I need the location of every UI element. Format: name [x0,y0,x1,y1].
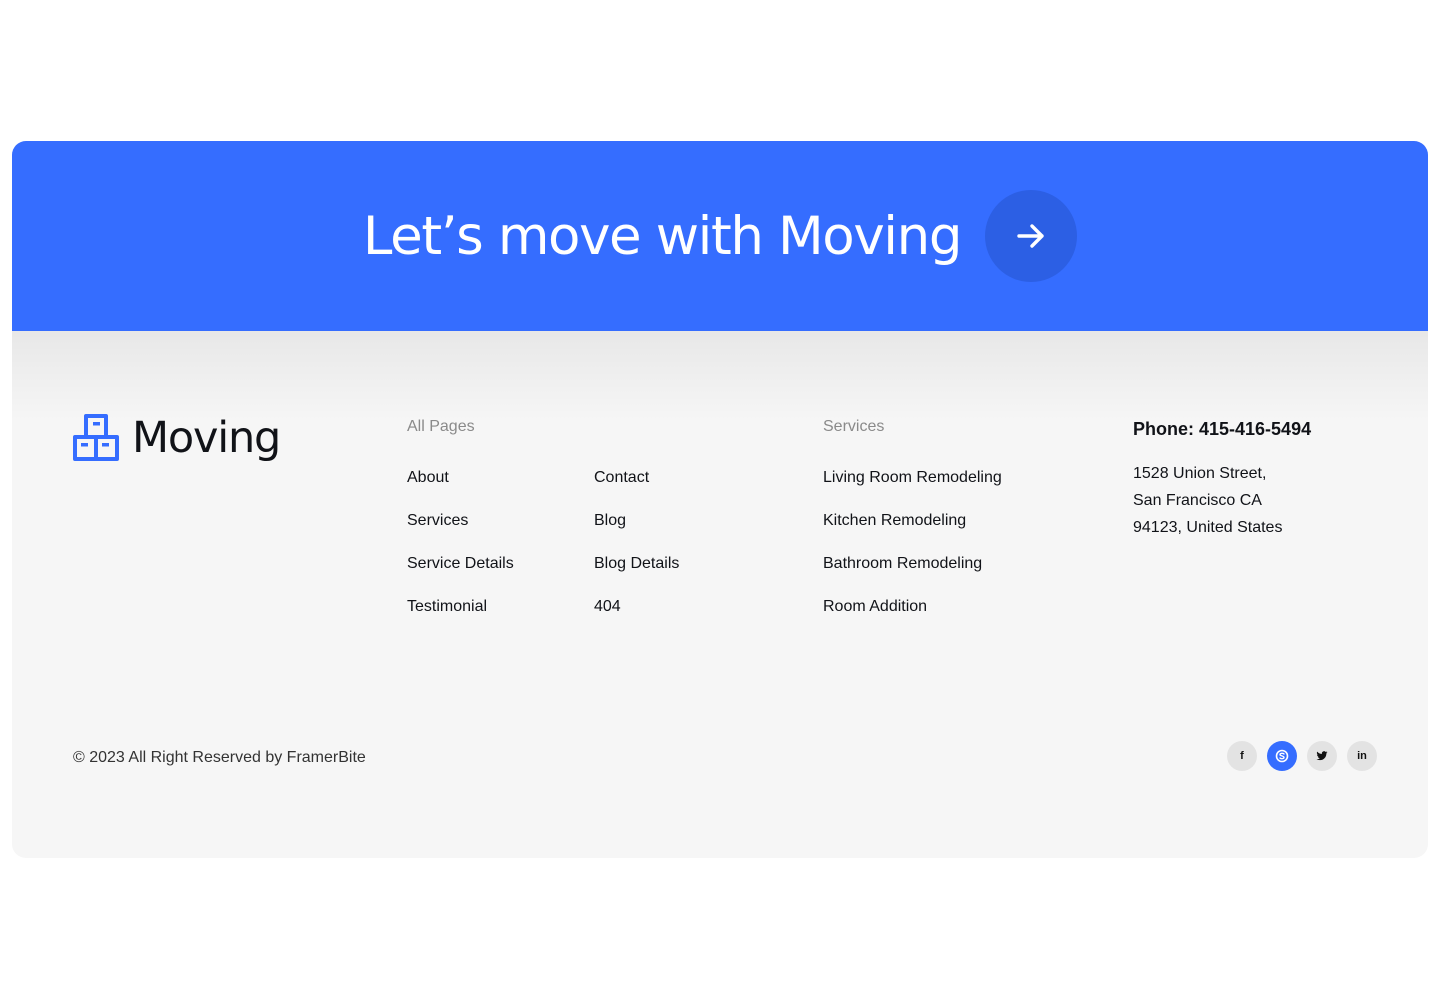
skype-icon[interactable] [1267,741,1297,771]
footer-card: Let’s move with Moving Moving All Pages … [12,141,1428,858]
footer-link-blog-details[interactable]: Blog Details [594,555,679,573]
cta-title: Let’s move with Moving [362,205,963,267]
linkedin-icon[interactable]: in [1347,741,1377,771]
service-link-bathroom[interactable]: Bathroom Remodeling [823,555,982,573]
footer-link-testimonial[interactable]: Testimonial [407,598,487,616]
facebook-icon[interactable]: f [1227,741,1257,771]
boxes-icon [73,414,119,461]
address-line-3: 94123, United States [1133,519,1283,536]
cta-shadow [12,331,1428,421]
cta-banner: Let’s move with Moving [12,141,1428,331]
service-link-kitchen[interactable]: Kitchen Remodeling [823,512,966,530]
footer-link-404[interactable]: 404 [594,598,621,616]
service-link-living-room[interactable]: Living Room Remodeling [823,469,1002,487]
facebook-glyph: f [1240,750,1244,762]
cta-arrow-button[interactable] [985,190,1078,282]
footer-link-service-details[interactable]: Service Details [407,555,514,573]
twitter-glyph [1316,751,1328,761]
logo[interactable]: Moving [72,413,281,463]
skype-glyph [1275,749,1289,763]
all-pages-heading: All Pages [407,418,475,435]
logo-text: Moving [132,413,281,463]
footer-link-about[interactable]: About [407,469,449,487]
service-link-room-addition[interactable]: Room Addition [823,598,927,616]
address-line-1: 1528 Union Street, [1133,465,1267,482]
services-heading: Services [823,418,885,435]
twitter-icon[interactable] [1307,741,1337,771]
linkedin-glyph: in [1357,750,1367,762]
address-line-2: San Francisco CA [1133,492,1262,509]
footer-link-contact[interactable]: Contact [594,469,649,487]
footer-link-services[interactable]: Services [407,512,468,530]
footer-link-blog[interactable]: Blog [594,512,626,530]
phone-number[interactable]: Phone: 415-416-5494 [1133,419,1311,440]
copyright-text: © 2023 All Right Reserved by FramerBite [73,749,366,766]
arrow-right-icon [1017,224,1044,248]
